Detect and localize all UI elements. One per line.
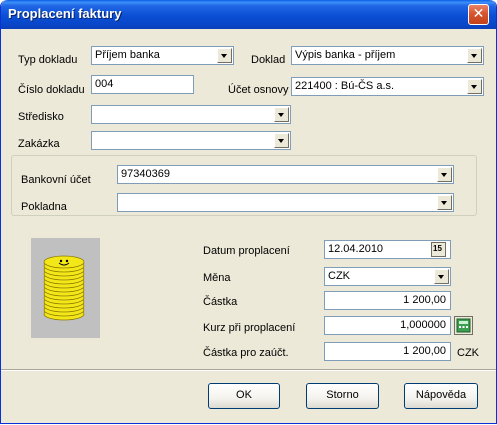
coin-stack-image [31,238,100,338]
ucet-osnovy-label: Účet osnovy [228,84,289,96]
kurz-value: 1,000000 [400,319,446,331]
bankovni-ucet-label: Bankovní účet [21,174,91,186]
pokladna-select[interactable] [117,193,454,212]
zakazka-label: Zakázka [18,138,60,150]
title-bar[interactable]: Proplacení faktury ✕ [1,0,496,29]
chevron-down-icon[interactable] [434,269,449,284]
castka-zauct-value: 1 200,00 [403,345,446,357]
bankovni-ucet-value: 97340369 [121,168,170,180]
window-title: Proplacení faktury [8,6,122,21]
chevron-down-icon[interactable] [274,133,289,148]
bankovni-ucet-select[interactable]: 97340369 [117,165,454,184]
mena-select[interactable]: CZK [324,267,451,286]
chevron-down-icon[interactable] [217,48,232,63]
ucet-osnovy-value: 221400 : Bú-ČS a.s. [295,80,395,92]
doklad-value: Výpis banka - příjem [295,49,396,61]
mena-value: CZK [328,270,350,282]
cislo-dokladu-input[interactable]: 004 [91,75,194,94]
mena-label: Měna [203,272,231,284]
cislo-dokladu-label: Číslo dokladu [18,84,85,96]
napoveda-button[interactable]: Nápověda [404,383,478,409]
stredisko-label: Středisko [18,111,64,123]
typ-dokladu-label: Typ dokladu [18,54,78,66]
castka-label: Částka [203,296,238,308]
typ-dokladu-select[interactable]: Příjem banka [91,46,234,65]
doklad-label: Doklad [251,54,286,66]
close-icon: ✕ [472,6,485,22]
zakazka-select[interactable] [91,131,291,150]
typ-dokladu-value: Příjem banka [95,49,160,61]
castka-value: 1 200,00 [403,294,446,306]
kurz-input[interactable]: 1,000000 [324,316,451,335]
ucet-osnovy-select[interactable]: 221400 : Bú-ČS a.s. [291,77,484,96]
doklad-select[interactable]: Výpis banka - příjem [291,46,484,65]
pokladna-label: Pokladna [21,201,67,213]
storno-button[interactable]: Storno [306,383,379,409]
castka-zauct-input[interactable]: 1 200,00 [324,342,451,361]
chevron-down-icon[interactable] [274,107,289,122]
datum-proplaceni-label: Datum proplacení [203,245,290,257]
castka-input[interactable]: 1 200,00 [324,291,451,310]
calendar-button[interactable]: 15 [431,242,446,257]
close-button[interactable]: ✕ [468,4,489,25]
chevron-down-icon[interactable] [437,167,452,182]
chevron-down-icon[interactable] [437,195,452,210]
dialog-window: Proplacení faktury ✕ Typ dokladu Příjem … [0,0,497,424]
cislo-dokladu-value: 004 [95,78,114,90]
chevron-down-icon[interactable] [467,79,482,94]
coin-stack-icon [43,255,85,321]
currency-label: CZK [457,347,479,359]
separator [1,369,496,371]
stredisko-select[interactable] [91,105,291,124]
datum-proplaceni-value: 12.04.2010 [328,243,384,255]
castka-zauct-label: Částka pro zaúčt. [203,347,289,359]
ok-button[interactable]: OK [208,383,280,409]
calculator-button[interactable] [454,316,473,335]
kurz-label: Kurz při proplacení [203,322,296,334]
calculator-icon [456,318,471,333]
calendar-icon: 15 [433,244,442,253]
chevron-down-icon[interactable] [467,48,482,63]
